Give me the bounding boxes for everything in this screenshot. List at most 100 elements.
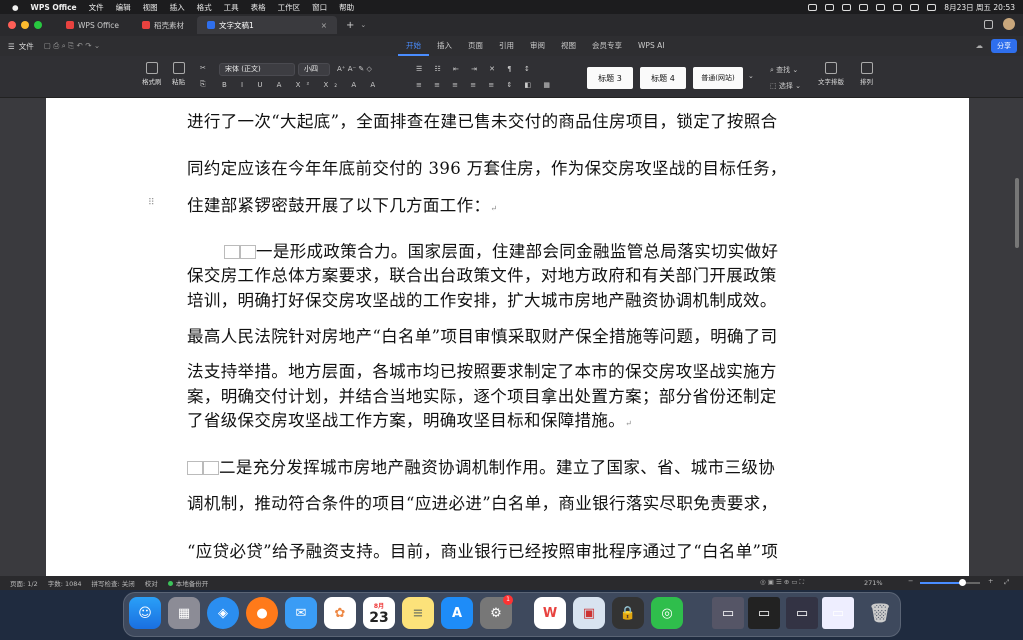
text-line: 调机制，推动符合条件的项目“应进必进”白名单，商业银行落实尽职免责要求，	[187, 494, 778, 513]
recent-window-icon[interactable]: ▭	[786, 597, 818, 629]
drag-handle-icon[interactable]: ⠿	[148, 198, 155, 208]
menu-clock[interactable]: 8月23日 周五 20:53	[944, 2, 1015, 13]
grow-font-icon[interactable]: A⁺ A⁻ ✎ ◇	[337, 65, 372, 73]
calendar-icon[interactable]: 8月 23	[363, 597, 395, 629]
menu-edit[interactable]: 编辑	[116, 2, 131, 13]
minimize-window-button[interactable]	[21, 21, 29, 29]
tab-insert[interactable]: 插入	[429, 36, 460, 56]
view-mode-icons[interactable]: ◎ ▣ ☰ ⊕ ▭ ⛶	[760, 578, 804, 587]
menu-view[interactable]: 视图	[143, 2, 158, 13]
spellcheck-toggle[interactable]: 拼写检查: 关闭	[92, 578, 135, 588]
hamburger-icon[interactable]: ☰	[8, 42, 15, 51]
font-size-select[interactable]: 小四	[298, 63, 330, 76]
keychain-icon[interactable]: 🔒	[612, 597, 644, 629]
menu-workspace[interactable]: 工作区	[278, 2, 301, 13]
control-center-icon[interactable]	[927, 3, 937, 11]
tab-page[interactable]: 页面	[460, 36, 491, 56]
share-button[interactable]: 分享	[991, 39, 1017, 53]
safari-icon[interactable]: ◈	[207, 597, 239, 629]
status-item-icon[interactable]	[825, 3, 835, 11]
page-indicator[interactable]: 页面: 1/2	[10, 578, 38, 588]
tab-home[interactable]: 开始	[398, 36, 429, 56]
copy-icon[interactable]: ⎘	[200, 80, 206, 89]
close-tab-icon[interactable]: ×	[321, 21, 327, 30]
recent-window-icon[interactable]: ▭	[748, 597, 780, 629]
menu-insert[interactable]: 插入	[170, 2, 185, 13]
style-normal-web[interactable]: 普通(网站)	[693, 67, 743, 89]
volume-icon[interactable]	[859, 3, 869, 11]
paste-button[interactable]: 粘贴	[172, 62, 185, 86]
notes-icon[interactable]: ≡	[402, 597, 434, 629]
window-layout-icon[interactable]	[984, 20, 993, 29]
mail-icon[interactable]: ✉	[285, 597, 317, 629]
indent-placeholder	[187, 461, 203, 475]
search-icon[interactable]	[910, 3, 920, 11]
font-name-select[interactable]: 宋体 (正文)	[219, 63, 295, 76]
remote-desktop-icon[interactable]: ▣	[573, 597, 605, 629]
style-heading-3[interactable]: 标题 3	[587, 67, 633, 89]
wifi-icon[interactable]	[893, 3, 903, 11]
cut-icon[interactable]: ✂	[200, 64, 206, 72]
firefox-icon[interactable]: ●	[246, 597, 278, 629]
menu-help[interactable]: 帮助	[339, 2, 354, 13]
recent-window-icon[interactable]: ▭	[822, 597, 854, 629]
zoom-out-icon[interactable]: −	[908, 577, 913, 585]
tab-document-1[interactable]: 文字文稿1 ×	[196, 16, 337, 34]
paragraph-mark-icon: ↵	[625, 419, 633, 428]
new-tab-icon[interactable]: +	[346, 20, 354, 31]
tab-list-chevron-icon[interactable]: ⌄	[360, 21, 366, 29]
fullscreen-icon[interactable]: ⤢	[1004, 578, 1009, 587]
menu-file[interactable]: 文件	[89, 2, 104, 13]
status-item-icon[interactable]	[808, 3, 818, 11]
recent-window-icon[interactable]: ▭	[712, 597, 744, 629]
list-and-indent-icons[interactable]: ☰ ☷ ⇤ ⇥ ✕ ¶ ↕	[416, 65, 535, 73]
cloud-sync-icon[interactable]: ☁	[976, 41, 984, 50]
styles-more-icon[interactable]: ⌄	[748, 72, 754, 80]
menu-app-name[interactable]: WPS Office	[31, 3, 77, 12]
tab-view[interactable]: 视图	[553, 36, 584, 56]
text-format-icons[interactable]: B I U A X² X₂ A A	[222, 81, 381, 89]
photos-icon[interactable]: ✿	[324, 597, 356, 629]
wps-office-icon[interactable]: W	[534, 597, 566, 629]
menu-format[interactable]: 格式	[197, 2, 212, 13]
word-count[interactable]: 字数: 1084	[48, 578, 82, 588]
launchpad-icon[interactable]: ▦	[168, 597, 200, 629]
battery-icon[interactable]	[876, 3, 886, 11]
local-backup-status[interactable]: 本地备份开	[167, 578, 208, 588]
close-window-button[interactable]	[8, 21, 16, 29]
macos-menu-bar: ● WPS Office 文件 编辑 视图 插入 格式 工具 表格 工作区 窗口…	[0, 0, 1023, 14]
apple-icon[interactable]: ●	[12, 3, 19, 12]
tab-wps-ai[interactable]: WPS AI	[630, 36, 672, 56]
text-line-content: 一是形成政策合力。国家层面，住建部会同金融监管总局落实切实做好	[256, 242, 779, 261]
tab-references[interactable]: 引用	[491, 36, 522, 56]
wechat-icon[interactable]: ◎	[651, 597, 683, 629]
alignment-icons[interactable]: ≡ ≡ ≡ ≡ ≡ ⇕ ◧ ▦	[416, 81, 555, 89]
menu-tools[interactable]: 工具	[224, 2, 239, 13]
zoom-window-button[interactable]	[34, 21, 42, 29]
menu-window[interactable]: 窗口	[312, 2, 327, 13]
wechat-status-icon[interactable]	[842, 3, 852, 11]
text-line: 二是充分发挥城市房地产融资协调机制作用。建立了国家、省、城市三级协	[187, 454, 775, 478]
avatar[interactable]	[1003, 18, 1015, 30]
zoom-in-icon[interactable]: +	[988, 577, 993, 585]
find-button[interactable]: ⌕ 查找 ⌄	[770, 65, 798, 75]
style-heading-4[interactable]: 标题 4	[640, 67, 686, 89]
text-layout-button[interactable]: 文字排版	[818, 62, 844, 86]
tab-member[interactable]: 会员专享	[584, 36, 630, 56]
file-menu-button[interactable]: 文件	[19, 41, 34, 52]
zoom-slider[interactable]	[920, 579, 980, 586]
proofread-button[interactable]: 校对	[145, 578, 158, 588]
zoom-level[interactable]: 271%	[864, 579, 883, 587]
select-button[interactable]: ⬚ 选择 ⌄	[770, 81, 801, 91]
trash-icon[interactable]: 🗑	[864, 597, 896, 629]
menu-table[interactable]: 表格	[251, 2, 266, 13]
vertical-scrollbar[interactable]	[1015, 178, 1019, 248]
tab-wps-office[interactable]: WPS Office	[56, 16, 129, 34]
tab-docer-material[interactable]: 稻壳素材	[132, 16, 194, 34]
format-painter-button[interactable]: 格式刷	[142, 62, 162, 86]
arrange-button[interactable]: 排列	[860, 62, 873, 86]
zoom-slider-knob[interactable]	[959, 579, 966, 586]
finder-icon[interactable]: ☺	[129, 597, 161, 629]
tab-review[interactable]: 审阅	[522, 36, 553, 56]
app-store-icon[interactable]: A	[441, 597, 473, 629]
